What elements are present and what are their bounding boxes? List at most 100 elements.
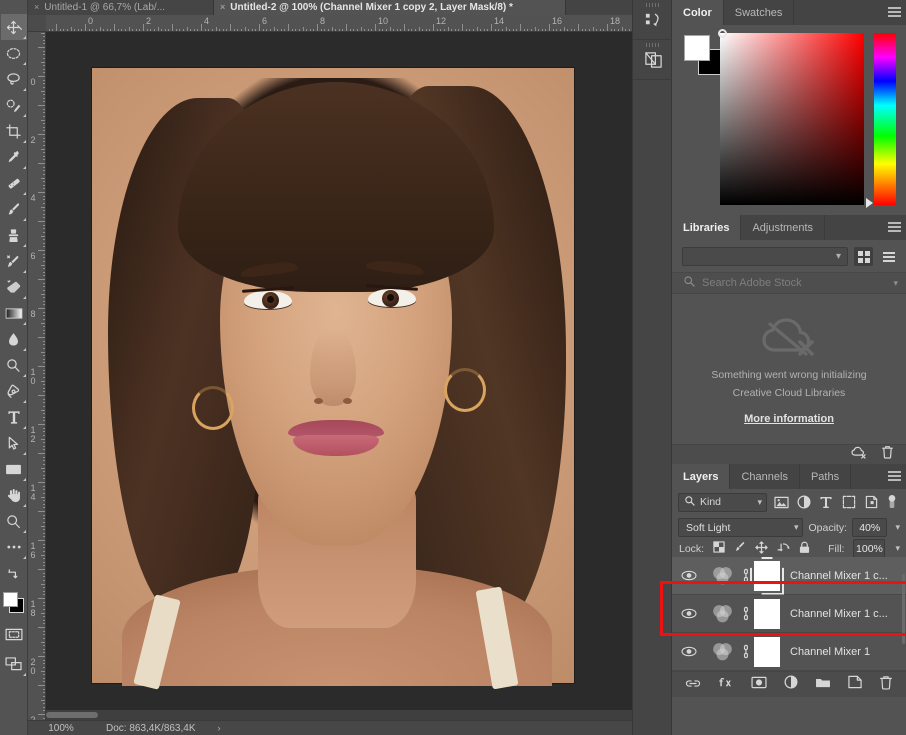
foreground-color-swatch[interactable]	[684, 35, 710, 61]
hue-slider[interactable]	[866, 33, 896, 208]
status-menu-arrow[interactable]: ›	[196, 723, 221, 733]
clone-stamp-tool[interactable]	[1, 222, 27, 248]
type-filter-icon[interactable]	[818, 493, 835, 511]
smart-object-filter-icon[interactable]	[863, 493, 880, 511]
pixel-filter-icon[interactable]	[773, 493, 790, 511]
layer-mask-link-icon[interactable]	[738, 568, 750, 583]
shape-filter-icon[interactable]	[841, 493, 858, 511]
blur-tool[interactable]	[1, 326, 27, 352]
fill-value[interactable]: 100%	[853, 539, 886, 558]
chevron-down-icon[interactable]: ▾	[791, 522, 799, 533]
layer-name[interactable]: Channel Mixer 1 c...	[780, 570, 888, 582]
close-icon[interactable]: ×	[34, 3, 39, 12]
panel-menu-icon[interactable]	[888, 222, 901, 232]
type-tool[interactable]	[1, 404, 27, 430]
marquee-tool[interactable]	[1, 40, 27, 66]
layer-visibility-icon[interactable]	[672, 608, 706, 619]
lock-transparent-pixels-icon[interactable]	[713, 541, 725, 556]
move-tool[interactable]	[0, 14, 27, 40]
new-layer-icon[interactable]	[848, 675, 862, 694]
screen-mode-icon[interactable]	[1, 651, 27, 677]
color-field-picker[interactable]	[718, 29, 727, 38]
document-tab-untitled-1[interactable]: × Untitled-1 @ 66,7% (Lab/...	[28, 0, 214, 15]
search-adobe-stock-field[interactable]: Search Adobe Stock ▾	[672, 272, 906, 294]
chevron-down-icon[interactable]: ▾	[754, 497, 762, 508]
color-field[interactable]	[718, 29, 864, 205]
new-adjustment-layer-icon[interactable]	[784, 675, 798, 694]
sync-error-icon[interactable]	[851, 446, 867, 464]
history-panel-icon[interactable]	[633, 0, 673, 40]
layer-thumbnails[interactable]	[706, 598, 780, 629]
layer-mask-thumbnail[interactable]	[754, 636, 780, 667]
document-tab-untitled-2[interactable]: × Untitled-2 @ 100% (Channel Mixer 1 cop…	[214, 0, 566, 15]
healing-brush-tool[interactable]	[1, 170, 27, 196]
delete-layer-icon[interactable]	[879, 675, 893, 695]
opacity-value[interactable]: 40%	[852, 518, 888, 537]
eraser-tool[interactable]	[1, 274, 27, 300]
chevron-down-icon[interactable]: ▾	[893, 278, 898, 289]
grid-view-icon[interactable]	[854, 247, 873, 266]
quick-mask-icon[interactable]	[1, 621, 27, 647]
layer-name[interactable]: Channel Mixer 1 c...	[780, 608, 888, 620]
layer-thumbnails[interactable]	[706, 636, 780, 667]
opacity-chevron-down-icon[interactable]: ▾	[892, 522, 900, 533]
quick-selection-tool[interactable]	[1, 92, 27, 118]
layer-visibility-icon[interactable]	[672, 646, 706, 657]
adjustment-filter-icon[interactable]	[796, 493, 813, 511]
gradient-tool[interactable]	[1, 300, 27, 326]
panel-menu-icon[interactable]	[888, 7, 901, 17]
horizontal-ruler[interactable]: 0 2 4 6 8 10 12 14 16 18	[28, 15, 632, 32]
close-icon[interactable]: ×	[220, 3, 225, 12]
pen-tool[interactable]	[1, 378, 27, 404]
lock-image-pixels-icon[interactable]	[734, 541, 746, 556]
link-layers-icon[interactable]	[685, 676, 701, 694]
foreground-color-swatch[interactable]	[2, 592, 18, 607]
layer-visibility-icon[interactable]	[672, 570, 706, 581]
layers-panel-scrollbar[interactable]	[902, 464, 906, 697]
lock-artboard-nesting-icon[interactable]	[777, 541, 790, 556]
tab-swatches[interactable]: Swatches	[723, 0, 795, 25]
zoom-level[interactable]: 100%	[28, 723, 94, 734]
edit-toolbar-tool[interactable]	[1, 534, 27, 560]
hand-tool[interactable]	[1, 482, 27, 508]
dodge-tool[interactable]	[1, 352, 27, 378]
layer-comps-panel-icon[interactable]	[633, 40, 673, 80]
filter-toggle-icon[interactable]	[884, 493, 901, 511]
delete-icon[interactable]	[881, 445, 894, 464]
tab-layers[interactable]: Layers	[672, 464, 731, 489]
history-brush-tool[interactable]	[1, 248, 27, 274]
blend-mode-select[interactable]: Soft Light ▾	[678, 518, 804, 537]
filter-kind-select[interactable]: Kind ▾	[678, 492, 767, 512]
add-layer-mask-icon[interactable]	[751, 676, 767, 694]
swap-colors-icon[interactable]	[1, 562, 27, 588]
vertical-ruler[interactable]: 0246810121416182022	[28, 32, 46, 720]
layer-list[interactable]: Channel Mixer 1 c... Channel Mixer 1 c..…	[672, 557, 906, 671]
search-input[interactable]: Search Adobe Stock	[702, 277, 886, 289]
foreground-background-color[interactable]	[1, 590, 27, 616]
table-row[interactable]: Channel Mixer 1	[672, 633, 906, 671]
list-view-icon[interactable]	[879, 247, 898, 266]
tab-color[interactable]: Color	[672, 0, 724, 25]
layer-name[interactable]: Channel Mixer 1	[780, 646, 870, 658]
horizontal-scrollbar[interactable]	[46, 710, 632, 720]
chevron-down-icon[interactable]: ▾	[836, 251, 841, 262]
zoom-tool[interactable]	[1, 508, 27, 534]
layer-mask-thumbnail[interactable]	[754, 560, 780, 591]
new-group-icon[interactable]	[815, 676, 831, 694]
eyedropper-tool[interactable]	[1, 144, 27, 170]
channel-mixer-adjustment-icon[interactable]	[710, 640, 734, 664]
channel-mixer-adjustment-icon[interactable]	[710, 564, 734, 588]
table-row[interactable]: Channel Mixer 1 c...	[672, 595, 906, 633]
lock-all-icon[interactable]	[799, 541, 810, 557]
tab-paths[interactable]: Paths	[799, 464, 852, 489]
canvas-area[interactable]	[46, 32, 632, 720]
document-artboard[interactable]	[92, 68, 574, 690]
tab-libraries[interactable]: Libraries	[672, 215, 742, 240]
rectangle-tool[interactable]	[1, 456, 27, 482]
panel-menu-icon[interactable]	[888, 471, 901, 481]
fill-chevron-down-icon[interactable]: ▾	[894, 543, 900, 554]
tab-channels[interactable]: Channels	[730, 464, 800, 489]
scrollbar-thumb[interactable]	[902, 574, 905, 644]
lasso-tool[interactable]	[1, 66, 27, 92]
more-information-link[interactable]: More information	[744, 413, 834, 425]
